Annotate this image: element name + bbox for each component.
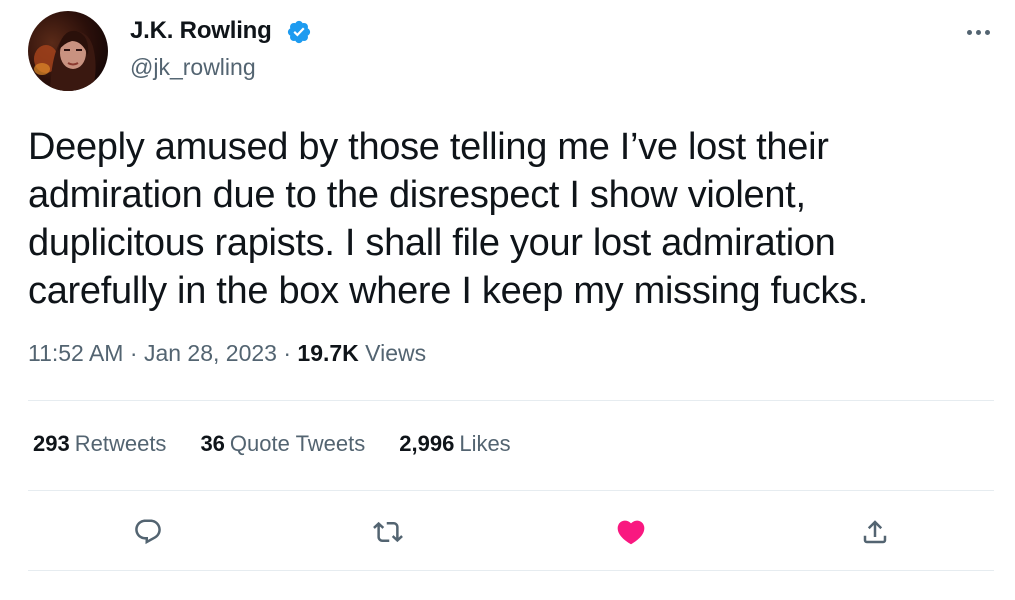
heart-icon <box>617 520 645 545</box>
share-icon <box>863 520 887 544</box>
divider <box>28 570 994 571</box>
tweet-meta: 11:52 AM · Jan 28, 2023 · 19.7K Views <box>28 340 426 367</box>
quote-tweets-label: Quote Tweets <box>229 431 366 456</box>
meta-separator: · <box>283 340 292 366</box>
share-button[interactable] <box>853 510 897 554</box>
author-handle[interactable]: @jk_rowling <box>130 54 256 81</box>
likes-stat[interactable]: 2,996 Likes <box>399 431 510 457</box>
views-count: 19.7K <box>297 340 359 366</box>
quote-tweets-count: 36 <box>200 431 225 456</box>
likes-label: Likes <box>459 431 511 456</box>
retweet-button[interactable] <box>366 510 410 554</box>
engagement-stats: 293 Retweets 36 Quote Tweets 2,996 Likes <box>33 431 545 457</box>
meta-separator: · <box>129 340 138 366</box>
retweets-stat[interactable]: 293 Retweets <box>33 431 166 457</box>
divider <box>28 400 994 401</box>
like-button[interactable] <box>609 510 653 554</box>
retweets-label: Retweets <box>74 431 167 456</box>
reply-button[interactable] <box>126 510 170 554</box>
more-options-icon[interactable] <box>960 22 996 42</box>
retweet-icon <box>373 521 403 543</box>
retweets-count: 293 <box>33 431 70 456</box>
avatar[interactable] <box>28 11 108 91</box>
reply-icon <box>135 519 161 545</box>
divider <box>28 490 994 491</box>
tweet-card: J.K. Rowling @jk_rowling Deeply amused b… <box>0 0 1015 600</box>
tweet-text: Deeply amused by those telling me I’ve l… <box>28 126 869 312</box>
verified-badge-icon <box>286 19 312 45</box>
likes-count: 2,996 <box>399 431 455 456</box>
avatar-image <box>28 11 108 91</box>
views-label: Views <box>365 340 427 366</box>
tweet-date[interactable]: Jan 28, 2023 <box>144 340 277 366</box>
quote-tweets-stat[interactable]: 36 Quote Tweets <box>200 431 365 457</box>
author-display-name[interactable]: J.K. Rowling <box>130 17 272 45</box>
tweet-time[interactable]: 11:52 AM <box>28 340 123 366</box>
